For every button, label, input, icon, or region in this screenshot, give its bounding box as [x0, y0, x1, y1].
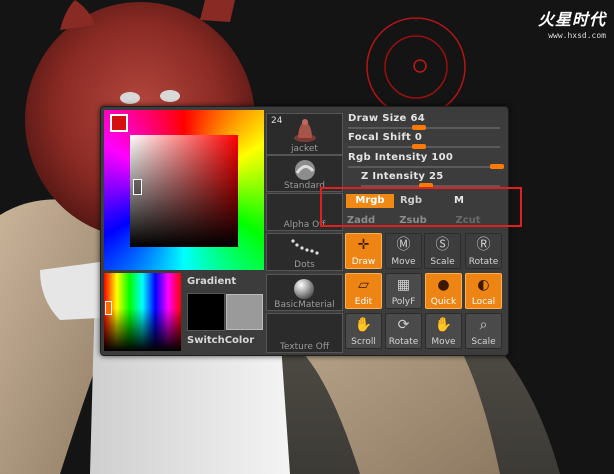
dots-label: Dots: [294, 260, 315, 270]
draw-size-slider[interactable]: Draw Size 64: [348, 113, 504, 133]
quick-button[interactable]: ● Quick: [425, 273, 462, 309]
local-icon: ◐: [477, 277, 490, 293]
dots-stroke-icon: [291, 239, 319, 255]
color-picker[interactable]: [104, 110, 264, 270]
tool-count: 24: [271, 116, 283, 126]
local-button[interactable]: ◐ Local: [465, 273, 502, 309]
draw-label: Draw: [351, 257, 376, 267]
standard-brush-icon: [295, 160, 315, 180]
local-label: Local: [471, 297, 496, 307]
color-spectrum[interactable]: [104, 273, 181, 351]
focal-shift-text: Focal Shift 0: [348, 132, 423, 143]
z-intensity-text: Z Intensity 25: [361, 171, 444, 182]
color-picker-cursor[interactable]: [133, 179, 142, 195]
texture-label: Texture Off: [279, 342, 330, 352]
slider-knob[interactable]: [489, 164, 504, 169]
move-mode-icon: Ⓜ: [396, 237, 411, 253]
material-sphere-icon: [294, 279, 314, 299]
tool-thumbnail[interactable]: 24 jacket: [266, 113, 343, 155]
secondary-color-black[interactable]: [187, 293, 225, 331]
spectrum-cursor[interactable]: [105, 301, 112, 315]
rotate-icon: ⟳: [397, 317, 410, 333]
scale-magnifier-icon: ⌕: [479, 317, 488, 333]
scale-label: Scale: [471, 337, 496, 347]
slider-knob[interactable]: [412, 144, 427, 149]
focal-shift-slider[interactable]: Focal Shift 0: [348, 132, 504, 152]
rotate-button[interactable]: ⟳ Rotate: [385, 313, 422, 349]
move-label: Move: [431, 337, 456, 347]
material-label: BasicMaterial: [274, 300, 335, 310]
focal-shift-track[interactable]: [348, 144, 500, 149]
polyf-label: PolyF: [391, 297, 416, 307]
texture-tile[interactable]: Texture Off: [266, 313, 343, 353]
draw-crosshair-icon: ✛: [357, 237, 370, 253]
stroke-dots-tile[interactable]: Dots: [266, 233, 343, 271]
annotation-highlight-box: [320, 187, 522, 227]
rotate-label: Rotate: [388, 337, 419, 347]
move-mode-button[interactable]: Ⓜ Move: [385, 233, 422, 269]
material-tile[interactable]: BasicMaterial: [266, 274, 343, 311]
edit-label: Edit: [354, 297, 373, 307]
draw-button[interactable]: ✛ Draw: [345, 233, 382, 269]
scroll-hand-icon: ✋: [354, 317, 373, 333]
draw-size-text: Draw Size 64: [348, 113, 425, 124]
scale-mode-label: Scale: [430, 257, 455, 267]
watermark: 火星时代 www.hxsd.com: [538, 6, 606, 40]
slider-knob[interactable]: [412, 125, 427, 130]
scroll-button[interactable]: ✋ Scroll: [345, 313, 382, 349]
watermark-url: www.hxsd.com: [548, 31, 606, 40]
secondary-color-gray[interactable]: [226, 294, 263, 330]
rgb-intensity-text: Rgb Intensity 100: [348, 152, 454, 163]
tool-palette: Gradient SwitchColor 24 jacket Standard …: [100, 106, 509, 356]
move-mode-label: Move: [391, 257, 416, 267]
jacket-thumbnail-icon: [294, 119, 316, 142]
rgb-intensity-track[interactable]: [348, 164, 504, 169]
polyframe-icon: ▦: [396, 277, 411, 293]
scale-button[interactable]: ⌕ Scale: [465, 313, 502, 349]
move-button[interactable]: ✋ Move: [425, 313, 462, 349]
tool-label: jacket: [291, 144, 318, 154]
edit-button[interactable]: ▱ Edit: [345, 273, 382, 309]
scale-mode-button[interactable]: Ⓢ Scale: [424, 233, 461, 269]
main-color-swatch[interactable]: [110, 114, 128, 132]
quick-label: Quick: [430, 297, 457, 307]
rotate-mode-button[interactable]: Ⓡ Rotate: [465, 233, 502, 269]
draw-size-track[interactable]: [348, 125, 500, 130]
rotate-mode-icon: Ⓡ: [476, 237, 491, 253]
scale-mode-icon: Ⓢ: [435, 237, 450, 253]
quick-icon: ●: [437, 277, 450, 293]
switch-color-button[interactable]: SwitchColor: [187, 335, 254, 346]
rgb-intensity-slider[interactable]: Rgb Intensity 100: [348, 152, 504, 172]
rotate-mode-label: Rotate: [468, 257, 499, 267]
scroll-label: Scroll: [351, 337, 376, 347]
gradient-label[interactable]: Gradient: [187, 276, 236, 287]
polyf-button[interactable]: ▦ PolyF: [385, 273, 422, 309]
saturation-square[interactable]: [130, 135, 238, 247]
move-hand-icon: ✋: [434, 317, 453, 333]
watermark-logo: 火星时代: [537, 10, 606, 29]
edit-icon: ▱: [358, 277, 369, 293]
